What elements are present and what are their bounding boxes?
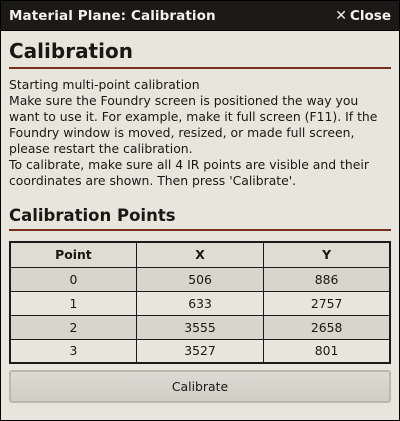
- point-id-cell: 0: [9, 266, 137, 292]
- table-row: 0 506 886: [9, 266, 391, 292]
- y-value-cell: 2658: [263, 314, 391, 340]
- instruction-line: Make sure the Foundry screen is position…: [9, 93, 378, 156]
- close-button[interactable]: ✕ Close: [335, 8, 391, 24]
- section-title-calibration-points: Calibration Points: [9, 206, 391, 231]
- x-value-cell: 506: [135, 266, 265, 292]
- calibration-points-table: Point X Y 0 506 886 1 633 2757 2 3555 26…: [9, 241, 391, 364]
- table-row: 3 3527 801: [9, 338, 391, 364]
- point-id-cell: 3: [9, 338, 137, 364]
- x-value-cell: 633: [135, 290, 265, 316]
- instruction-line: Starting multi-point calibration: [9, 77, 200, 92]
- column-header-y: Y: [263, 241, 391, 268]
- table-row: 1 633 2757: [9, 290, 391, 316]
- instruction-line: To calibrate, make sure all 4 IR points …: [9, 157, 369, 188]
- window-title: Material Plane: Calibration: [9, 7, 216, 24]
- close-label: Close: [349, 7, 391, 24]
- dialog-content: Calibration Starting multi-point calibra…: [1, 31, 399, 403]
- table-row: 2 3555 2658: [9, 314, 391, 340]
- column-header-x: X: [135, 241, 265, 268]
- point-id-cell: 2: [9, 314, 137, 340]
- close-icon: ✕: [335, 7, 347, 24]
- x-value-cell: 3555: [135, 314, 265, 340]
- column-header-point: Point: [9, 241, 137, 268]
- y-value-cell: 801: [263, 338, 391, 364]
- page-title: Calibration: [9, 39, 391, 69]
- y-value-cell: 2757: [263, 290, 391, 316]
- table-header-row: Point X Y: [9, 241, 391, 268]
- calibration-instructions: Starting multi-point calibration Make su…: [9, 77, 391, 189]
- point-id-cell: 1: [9, 290, 137, 316]
- x-value-cell: 3527: [135, 338, 265, 364]
- window-header[interactable]: Material Plane: Calibration ✕ Close: [1, 1, 399, 31]
- calibrate-button[interactable]: Calibrate: [9, 370, 391, 403]
- y-value-cell: 886: [263, 266, 391, 292]
- calibration-dialog: Material Plane: Calibration ✕ Close Cali…: [0, 0, 400, 421]
